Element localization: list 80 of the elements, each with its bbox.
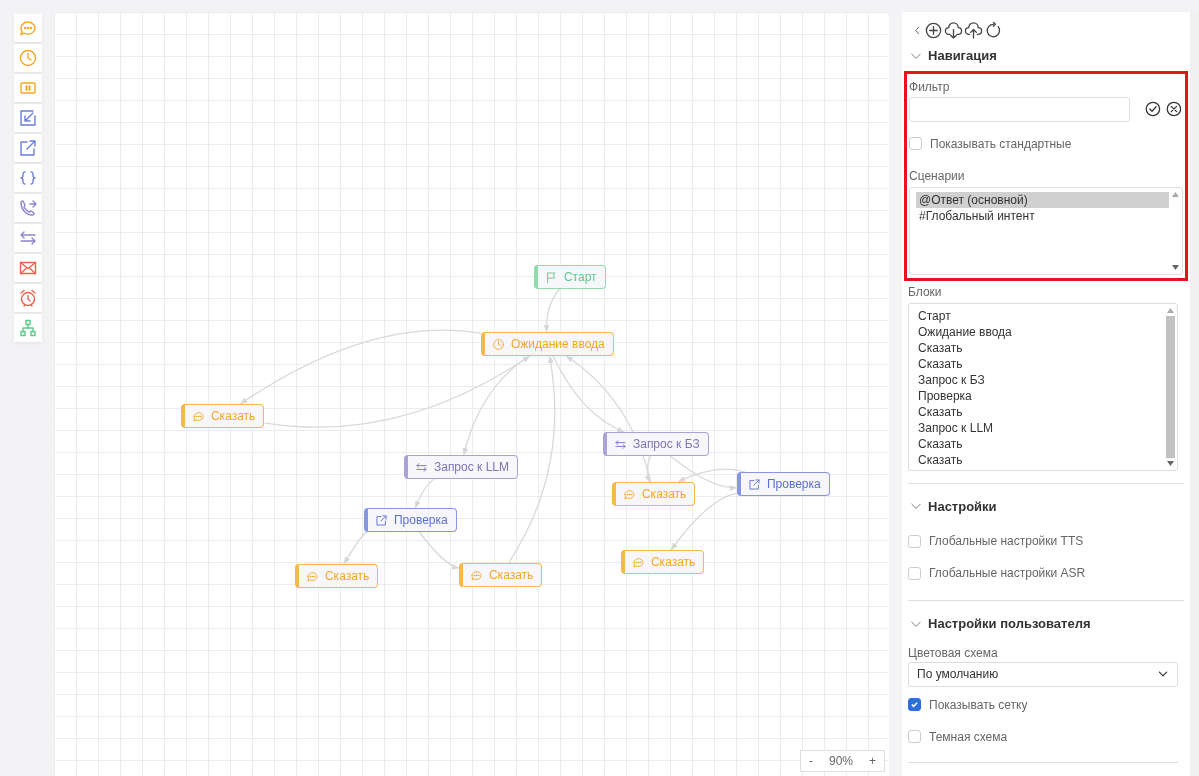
scroll-up-icon[interactable]	[1167, 307, 1174, 313]
checkmark-icon	[910, 700, 919, 709]
phone-forward-tool-button[interactable]	[14, 194, 42, 222]
connector-line	[414, 478, 436, 509]
list-item[interactable]: Сказать	[915, 403, 1164, 420]
flag-icon	[544, 270, 558, 284]
clock-tool-button[interactable]	[14, 44, 42, 72]
list-item[interactable]: Старт	[915, 307, 1164, 324]
clock-icon	[491, 337, 505, 351]
braces-tool-button[interactable]	[14, 164, 42, 192]
color-scheme-select[interactable]: По умолчанию	[908, 661, 1178, 687]
field-label: Блоки	[908, 283, 943, 301]
chat-bubble-icon	[631, 555, 645, 569]
phone-forward-icon	[18, 198, 38, 218]
braces-icon	[18, 168, 38, 188]
connector-line	[418, 531, 460, 570]
external-link-tool-button[interactable]	[14, 134, 42, 162]
list-item[interactable]: Сказать	[915, 451, 1164, 468]
list-item[interactable]: Проверка	[915, 387, 1164, 404]
cloud-upload-icon[interactable]	[964, 20, 983, 40]
section-title[interactable]: Навигация	[928, 46, 997, 66]
filter-field[interactable]	[909, 96, 1131, 122]
chat-bubble-icon	[191, 409, 205, 423]
list-item[interactable]: Запрос к БЗ	[915, 371, 1164, 388]
external-link-icon	[18, 138, 38, 158]
section-title[interactable]: Настройки пользователя	[928, 614, 1091, 634]
list-item[interactable]: @Ответ (основной)	[916, 191, 1169, 208]
checkbox[interactable]	[908, 698, 921, 711]
clock-icon	[18, 48, 38, 68]
hierarchy-tool-button[interactable]	[14, 314, 42, 342]
field-label: Фильтр	[909, 78, 951, 96]
zoom-out-button[interactable]: -	[808, 752, 813, 770]
hierarchy-icon	[18, 318, 38, 338]
swap-arrows-icon	[414, 460, 428, 474]
list-item[interactable]: Ожидание ввода	[915, 323, 1164, 340]
confirm-icon[interactable]	[1144, 100, 1163, 118]
zoom-level: 90%	[828, 753, 853, 770]
cloud-download-icon[interactable]	[944, 20, 963, 40]
zoom-in-button[interactable]: +	[869, 752, 876, 770]
checkbox-label: Глобальные настройки TTS	[929, 533, 1084, 550]
scroll-down-icon[interactable]	[1167, 460, 1174, 466]
swap-arrows-icon	[613, 437, 627, 451]
checkbox-label: Показывать стандартные	[930, 135, 1072, 153]
chat-bubble-icon	[469, 568, 483, 582]
flow-node[interactable]: Проверка	[736, 472, 830, 496]
connector-line	[543, 288, 561, 333]
checkbox-label: Показывать сетку	[929, 696, 1028, 714]
scrollbar-thumb[interactable]	[1166, 315, 1175, 458]
arrow-in-box-icon	[18, 108, 38, 128]
external-link-icon	[374, 513, 388, 527]
pause-tool-button[interactable]	[14, 74, 42, 102]
field-label: Сценарии	[909, 167, 966, 185]
list-item[interactable]: Сказать	[915, 339, 1164, 356]
chat-bubble-icon	[305, 569, 319, 583]
alarm-clock-icon	[18, 288, 38, 308]
connector-line	[343, 531, 368, 565]
alarm-clock-tool-button[interactable]	[14, 284, 42, 312]
list-item[interactable]: Сказать	[915, 435, 1164, 452]
scroll-up-icon[interactable]	[1172, 191, 1179, 197]
checkbox-label: Глобальные настройки ASR	[929, 565, 1086, 582]
flow-node[interactable]: Проверка	[363, 508, 457, 532]
section-title[interactable]: Настройки	[928, 496, 997, 516]
envelope-tool-button[interactable]	[14, 254, 42, 282]
flow-node[interactable]: Запрос к LLM	[403, 455, 518, 479]
field-label: Цветовая схема	[908, 644, 999, 662]
clear-icon[interactable]	[1165, 100, 1183, 118]
external-link-icon	[747, 477, 761, 491]
add-icon[interactable]	[924, 20, 943, 40]
flow-node[interactable]: Запрос к БЗ	[602, 432, 709, 456]
swap-arrows-tool-button[interactable]	[14, 224, 42, 252]
arrow-in-box-tool-button[interactable]	[14, 104, 42, 132]
chat-bubble-icon	[18, 18, 38, 38]
chat-bubble-tool-button[interactable]	[14, 14, 42, 42]
list-item[interactable]: Сказать	[915, 355, 1164, 372]
chat-bubble-icon	[622, 487, 636, 501]
list-item[interactable]: #Глобальный интент	[916, 207, 1169, 224]
scroll-down-icon[interactable]	[1172, 264, 1179, 270]
refresh-icon[interactable]	[984, 20, 1003, 40]
checkbox-label: Темная схема	[929, 728, 1008, 746]
list-item[interactable]: Запрос к LLM	[915, 419, 1164, 436]
